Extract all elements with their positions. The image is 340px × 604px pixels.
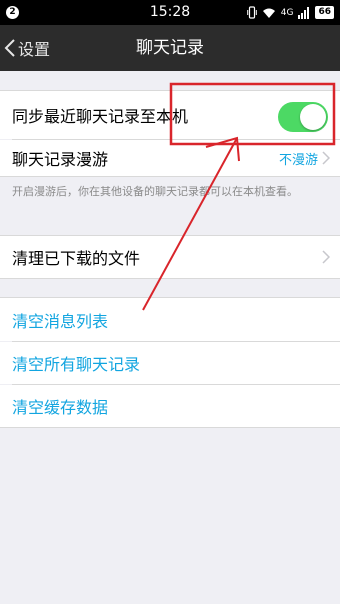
- toggle-knob: [300, 104, 326, 130]
- clear-cache-button[interactable]: 清空缓存数据: [0, 385, 340, 427]
- status-bar: 2 15:28 4G 66: [0, 0, 340, 25]
- roaming-label: 聊天记录漫游: [12, 150, 109, 169]
- sync-recent-chats-row: 同步最近聊天记录至本机: [0, 91, 340, 139]
- clear-all-chats-button[interactable]: 清空所有聊天记录: [0, 342, 340, 384]
- clear-all-chats-label: 清空所有聊天记录: [12, 355, 141, 374]
- battery-icon: 66: [315, 6, 334, 19]
- chevron-right-icon: [322, 250, 330, 264]
- sync-toggle[interactable]: [278, 102, 328, 132]
- roaming-note: 开启漫游后，你在其他设备的聊天记录都可以在本机查看。: [12, 185, 298, 198]
- group-divider: [0, 278, 340, 279]
- sync-label: 同步最近聊天记录至本机: [12, 107, 189, 126]
- status-icons: 4G 66: [246, 5, 334, 20]
- clear-message-list-button[interactable]: 清空消息列表: [0, 298, 340, 341]
- nav-bar: 设置 聊天记录: [0, 25, 340, 71]
- wifi-icon: [262, 8, 275, 18]
- signal-icon: [298, 6, 310, 19]
- roaming-value: 不漫游: [278, 152, 318, 168]
- chat-roaming-row[interactable]: 聊天记录漫游 不漫游: [0, 140, 340, 176]
- group-divider: [0, 427, 340, 428]
- clear-cache-label: 清空缓存数据: [12, 398, 109, 417]
- group-divider: [0, 176, 340, 177]
- network-type: 4G: [280, 7, 294, 18]
- clean-files-label: 清理已下载的文件: [12, 249, 141, 268]
- page-title: 聊天记录: [136, 38, 204, 58]
- vibrate-icon: [246, 6, 257, 19]
- clean-downloaded-files-row[interactable]: 清理已下载的文件: [0, 236, 340, 278]
- chevron-right-icon: [322, 151, 330, 165]
- clear-message-list-label: 清空消息列表: [12, 311, 109, 331]
